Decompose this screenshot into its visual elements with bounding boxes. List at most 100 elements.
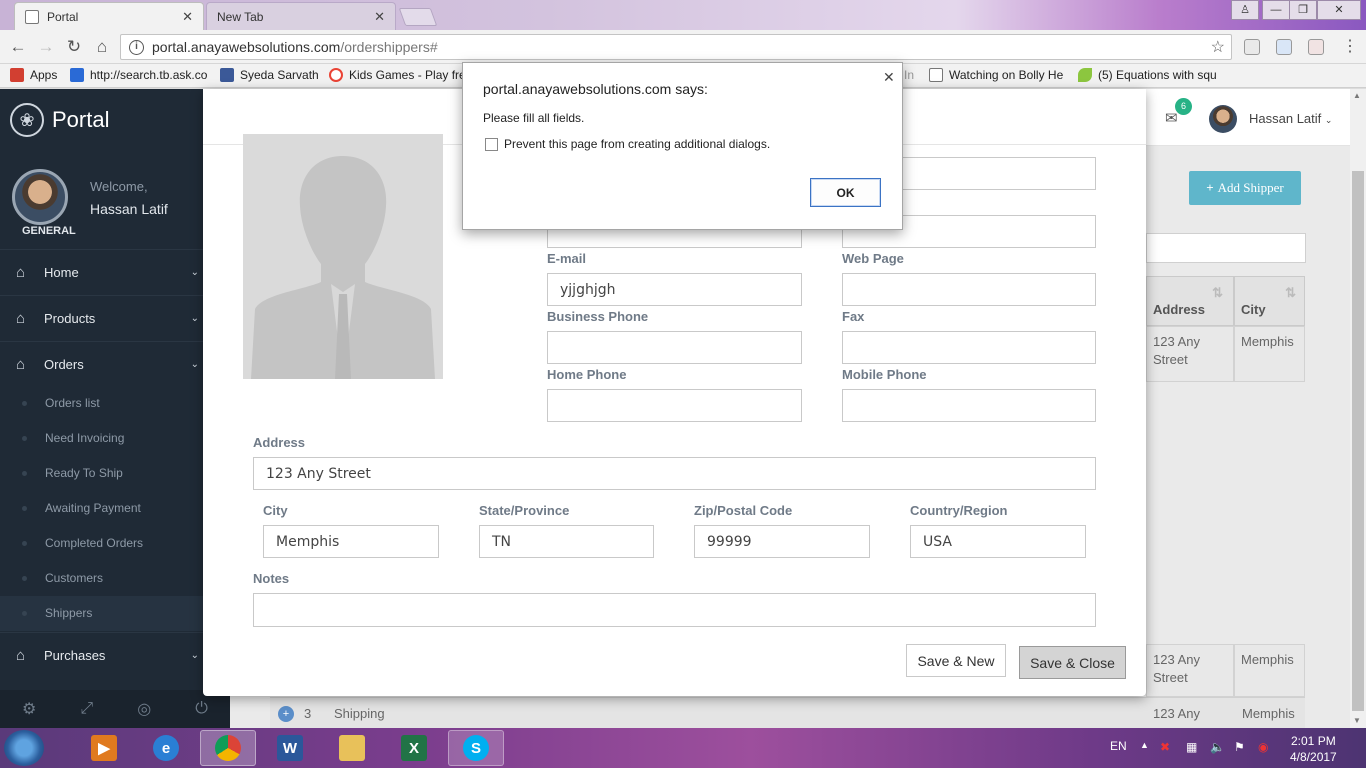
home-phone-field[interactable] <box>547 389 802 422</box>
bookmark-partial[interactable]: In <box>904 68 920 82</box>
prevent-dialogs-label[interactable]: Prevent this page from creating addition… <box>504 137 770 151</box>
avatar[interactable] <box>1209 105 1237 133</box>
window-close-icon[interactable]: ✕ <box>1317 0 1361 20</box>
menu-icon[interactable]: ⋮ <box>1338 35 1362 59</box>
sidebar-item-orders[interactable]: ⌂ Orders ⌄ <box>0 341 203 387</box>
state-field[interactable]: TN <box>479 525 654 558</box>
minimize-icon[interactable]: — <box>1262 0 1290 20</box>
excel-icon: X <box>401 735 427 761</box>
start-button[interactable] <box>4 730 44 766</box>
brand-logo[interactable]: ❀ Portal <box>10 103 109 137</box>
antivirus-icon[interactable]: ✖ <box>1160 740 1170 754</box>
chevron-down-icon: ⌄ <box>1324 115 1333 125</box>
back-icon[interactable]: ← <box>6 35 30 59</box>
expand-icon[interactable]: + <box>278 706 294 722</box>
sidebar-item-need-invoicing[interactable]: Need Invoicing <box>0 421 203 456</box>
table-search-input[interactable] <box>1146 233 1306 263</box>
taskbar-skype[interactable]: S <box>448 730 504 766</box>
extension-icon[interactable] <box>1276 39 1292 55</box>
city-field[interactable]: Memphis <box>263 525 439 558</box>
taskbar-excel[interactable]: X <box>386 730 442 766</box>
table-row[interactable]: + 3 Shipping 123 Any Memphis <box>270 697 1305 728</box>
bookmark-equations[interactable]: (5) Equations with squ <box>1078 68 1216 82</box>
info-icon[interactable]: i <box>129 39 144 55</box>
business-phone-field[interactable] <box>547 331 802 364</box>
taskbar-explorer[interactable] <box>324 730 380 766</box>
ok-button[interactable]: OK <box>810 178 881 207</box>
taskbar-ie[interactable]: e <box>138 730 194 766</box>
prevent-dialogs-checkbox[interactable] <box>485 138 498 151</box>
sort-icon: ⇅ <box>1212 285 1223 300</box>
scroll-up-icon[interactable]: ▲ <box>1353 91 1361 100</box>
scroll-down-icon[interactable]: ▼ <box>1353 716 1361 725</box>
sidebar-item-completed-orders[interactable]: Completed Orders <box>0 526 203 561</box>
language-indicator[interactable]: EN <box>1110 739 1127 753</box>
sidebar-item-purchases[interactable]: ⌂ Purchases ⌄ <box>0 632 203 678</box>
extension-icon[interactable] <box>1308 39 1324 55</box>
address-bar[interactable]: i portal.anayawebsolutions.com/ordership… <box>120 34 1232 60</box>
google-icon <box>329 68 343 82</box>
sidebar-item-ready-to-ship[interactable]: Ready To Ship <box>0 456 203 491</box>
envelope-icon[interactable]: ✉ <box>1165 109 1178 127</box>
sidebar-item-shippers[interactable]: Shippers <box>0 596 203 631</box>
bookmark-search[interactable]: http://search.tb.ask.co <box>70 68 208 82</box>
tab-portal[interactable]: Portal ✕ <box>14 2 204 30</box>
scroll-thumb[interactable] <box>1352 171 1364 711</box>
user-menu[interactable]: Hassan Latif ⌄ <box>1249 111 1332 126</box>
fullscreen-icon[interactable]: ⤢ <box>80 700 93 718</box>
save-new-button[interactable]: Save & New <box>906 644 1006 677</box>
city-label: City <box>263 503 288 518</box>
taskbar-word[interactable]: W <box>262 730 318 766</box>
column-header-city[interactable]: City ⇅ <box>1234 276 1305 326</box>
bookmark-kids-games[interactable]: Kids Games - Play free <box>329 68 464 82</box>
bookmark-watching[interactable]: Watching on Bolly He <box>929 68 1067 82</box>
close-icon[interactable]: ✕ <box>374 9 385 25</box>
taskbar-clock[interactable]: 2:01 PM 4/8/2017 <box>1290 733 1337 765</box>
email-field[interactable]: yjjghjgh <box>547 273 802 306</box>
taskbar-chrome[interactable] <box>200 730 256 766</box>
home-phone-label: Home Phone <box>547 367 627 382</box>
save-close-button[interactable]: Save & Close <box>1019 646 1126 679</box>
acrobat-icon[interactable]: ◉ <box>1258 740 1268 754</box>
close-icon[interactable]: ✕ <box>883 69 895 86</box>
notes-field[interactable] <box>253 593 1096 627</box>
star-icon[interactable]: ☆ <box>1211 37 1225 57</box>
sidebar-item-products[interactable]: ⌂ Products ⌄ <box>0 295 203 341</box>
taskbar-media-player[interactable]: ▶ <box>76 730 132 766</box>
add-shipper-button[interactable]: + Add Shipper <box>1189 171 1301 205</box>
sidebar-item-orders-list[interactable]: Orders list <box>0 386 203 421</box>
clock-date: 4/8/2017 <box>1290 750 1337 764</box>
restore-icon[interactable]: ❐ <box>1289 0 1317 20</box>
avatar <box>12 169 68 225</box>
new-tab-button[interactable] <box>398 8 438 26</box>
chevron-down-icon: ⌄ <box>190 267 199 278</box>
sidebar-item-home[interactable]: ⌂ Home ⌄ <box>0 249 203 295</box>
show-hidden-icons[interactable]: ▲ <box>1140 740 1149 750</box>
fax-field[interactable] <box>842 331 1096 364</box>
volume-icon[interactable]: 🔈 <box>1210 740 1225 754</box>
tab-new-tab[interactable]: New Tab ✕ <box>206 2 396 30</box>
eye-slash-icon[interactable]: ◎ <box>137 699 151 719</box>
user-icon[interactable]: ♙ <box>1231 0 1259 20</box>
sidebar-item-awaiting-payment[interactable]: Awaiting Payment <box>0 491 203 526</box>
bullet-icon <box>22 401 27 406</box>
webpage-field[interactable] <box>842 273 1096 306</box>
reload-icon[interactable]: ↻ <box>62 35 86 59</box>
extension-icon[interactable] <box>1244 39 1260 55</box>
flag-icon[interactable]: ⚑ <box>1234 740 1245 754</box>
close-icon[interactable]: ✕ <box>182 9 193 25</box>
power-icon[interactable]: ⏻ <box>195 700 208 718</box>
home-icon[interactable]: ⌂ <box>90 35 114 59</box>
mobile-phone-field[interactable] <box>842 389 1096 422</box>
network-icon[interactable]: ▦ <box>1186 740 1197 754</box>
forward-icon[interactable]: → <box>34 35 58 59</box>
country-field[interactable]: USA <box>910 525 1086 558</box>
bookmark-facebook[interactable]: Syeda Sarvath <box>220 68 319 82</box>
column-header-address[interactable]: Address ⇅ <box>1146 276 1234 326</box>
gear-icon[interactable]: ⚙ <box>22 699 36 719</box>
bookmark-apps[interactable]: Apps <box>10 68 57 82</box>
profile-photo-placeholder[interactable] <box>243 134 443 379</box>
sidebar-item-customers[interactable]: Customers <box>0 561 203 596</box>
zip-field[interactable]: 99999 <box>694 525 870 558</box>
address-field[interactable]: 123 Any Street <box>253 457 1096 490</box>
